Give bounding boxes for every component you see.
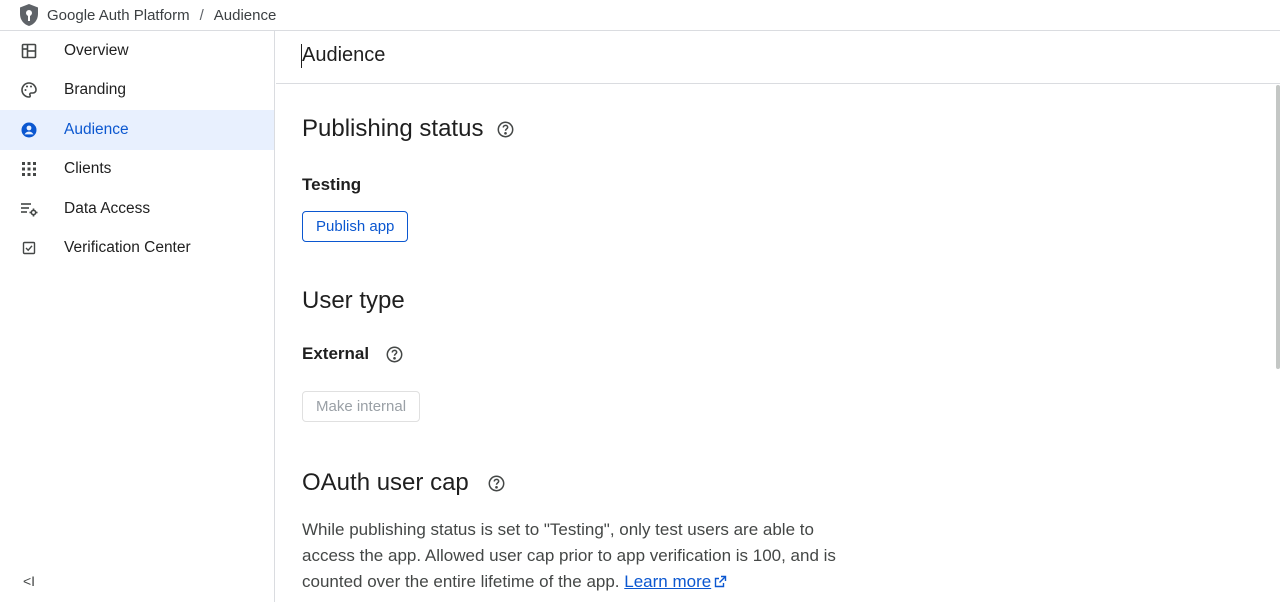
top-bar: Google Auth Platform / Audience xyxy=(0,0,1280,31)
open-in-new-icon xyxy=(714,570,727,596)
page-title: Audience xyxy=(302,44,386,66)
oauth-user-cap-heading-row: OAuth user cap xyxy=(302,469,505,497)
sidebar-item-verification-center[interactable]: Verification Center xyxy=(0,229,274,269)
page-header: Audience xyxy=(276,31,1280,84)
sidebar-item-label: Clients xyxy=(64,160,112,178)
scrollbar[interactable] xyxy=(1276,85,1280,369)
sidebar: Overview Branding Audience Clients Data … xyxy=(0,31,275,602)
sidebar-item-clients[interactable]: Clients xyxy=(0,150,274,190)
sidebar-item-label: Overview xyxy=(64,41,129,59)
section-heading: Publishing status xyxy=(302,115,484,142)
oauth-user-cap-description: While publishing status is set to "Testi… xyxy=(302,517,862,596)
sidebar-item-label: Verification Center xyxy=(64,239,191,257)
collapse-sidebar-button[interactable]: <I xyxy=(20,572,38,590)
breadcrumb-separator: / xyxy=(199,6,204,24)
help-icon[interactable] xyxy=(497,121,514,138)
user-type-heading: User type xyxy=(302,287,405,314)
sidebar-item-label: Audience xyxy=(64,120,129,138)
palette-icon xyxy=(20,81,38,99)
breadcrumb-app[interactable]: Google Auth Platform xyxy=(47,7,190,24)
learn-more-link[interactable]: Learn more xyxy=(624,572,711,591)
make-internal-button[interactable]: Make internal xyxy=(302,391,421,422)
user-type-value: External xyxy=(302,344,370,363)
account-circle-icon xyxy=(20,121,38,139)
help-icon[interactable] xyxy=(386,346,403,363)
oauth-user-cap-heading: OAuth user cap xyxy=(302,469,469,496)
verified-checkbox-icon xyxy=(20,239,38,257)
learn-more-label: Learn more xyxy=(624,572,712,591)
oauth-user-cap-text: While publishing status is set to "Testi… xyxy=(302,520,836,591)
auth-platform-shield-icon xyxy=(18,2,40,28)
publishing-status-value: Testing xyxy=(302,175,362,194)
breadcrumb-page: Audience xyxy=(213,6,277,24)
dashboard-icon xyxy=(20,42,38,60)
sidebar-item-branding[interactable]: Branding xyxy=(0,71,274,111)
user-type-value-row: External xyxy=(302,344,403,364)
sidebar-item-data-access[interactable]: Data Access xyxy=(0,189,274,229)
apps-grid-icon xyxy=(20,160,38,178)
sidebar-item-overview[interactable]: Overview xyxy=(0,31,274,71)
data-settings-icon xyxy=(20,200,38,218)
publishing-status-heading-row: Publishing status xyxy=(302,115,514,143)
publishing-status-heading: Publishing status xyxy=(302,115,514,143)
sidebar-item-label: Branding xyxy=(64,81,127,99)
sidebar-item-audience[interactable]: Audience xyxy=(0,110,274,150)
sidebar-item-label: Data Access xyxy=(64,199,151,217)
help-icon[interactable] xyxy=(488,475,505,492)
publish-app-button[interactable]: Publish app xyxy=(302,211,409,242)
